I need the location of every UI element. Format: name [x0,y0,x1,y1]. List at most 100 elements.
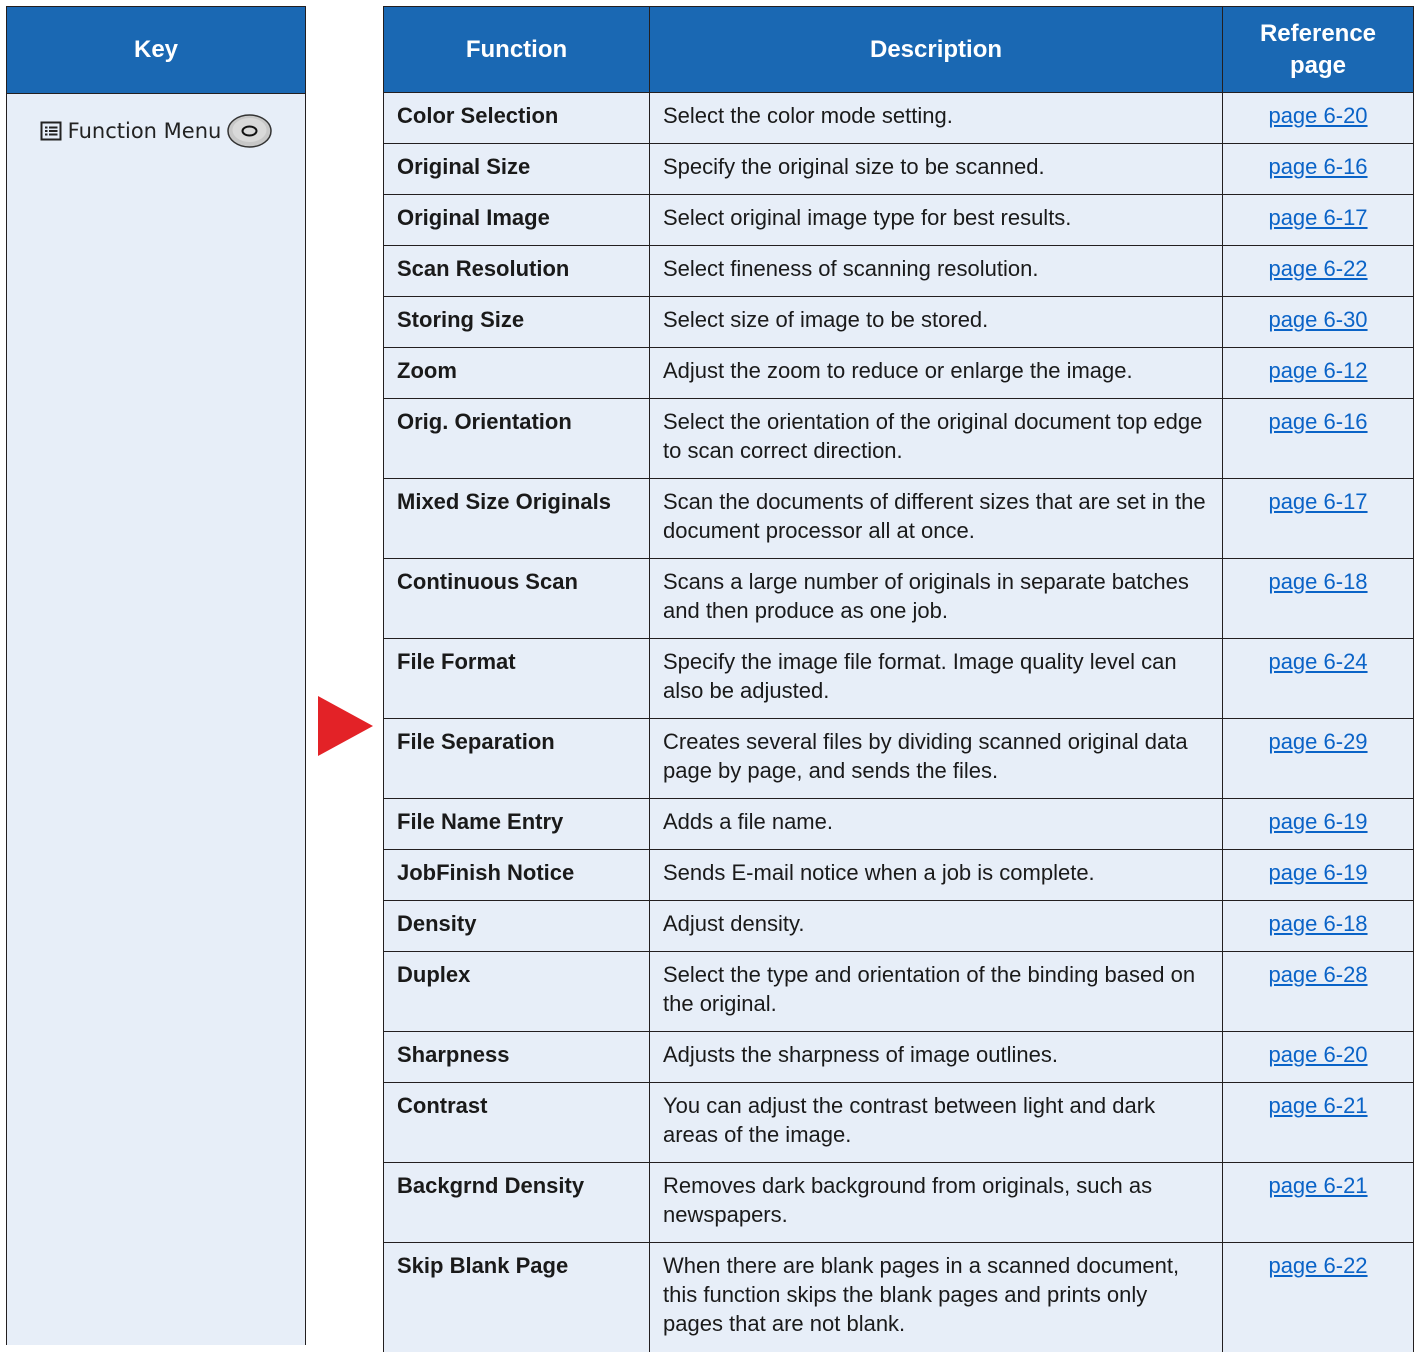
description-cell: You can adjust the contrast between ligh… [649,1082,1223,1163]
reference-cell: page 6-19 [1222,798,1414,850]
reference-page-link[interactable]: page 6-30 [1268,307,1367,332]
description-cell: Sends E-mail notice when a job is comple… [649,849,1223,901]
reference-page-link[interactable]: page 6-17 [1268,205,1367,230]
reference-cell: page 6-17 [1222,478,1414,559]
description-column-header: Description [649,6,1223,93]
function-name-cell: Continuous Scan [383,558,650,639]
description-cell: When there are blank pages in a scanned … [649,1242,1223,1352]
table-row: File Separation Creates several files by … [383,718,1414,799]
reference-cell: page 6-28 [1222,951,1414,1032]
table-row: Continuous Scan Scans a large number of o… [383,558,1414,639]
description-cell: Specify the image file format. Image qua… [649,638,1223,719]
description-cell: Select original image type for best resu… [649,194,1223,246]
description-cell: Select fineness of scanning resolution. [649,245,1223,297]
reference-page-link[interactable]: page 6-18 [1268,569,1367,594]
function-name-cell: File Format [383,638,650,719]
description-cell: Scans a large number of originals in sep… [649,558,1223,639]
function-name-cell: File Separation [383,718,650,799]
right-arrow-icon [318,696,373,756]
description-cell: Select the orientation of the original d… [649,398,1223,479]
reference-cell: page 6-18 [1222,900,1414,952]
table-row: Mixed Size Originals Scan the documents o… [383,478,1414,559]
reference-cell: page 6-17 [1222,194,1414,246]
table-row: Skip Blank Page When there are blank page… [383,1242,1414,1352]
function-name-cell: Density [383,900,650,952]
reference-cell: page 6-19 [1222,849,1414,901]
reference-page-link[interactable]: page 6-19 [1268,860,1367,885]
function-menu-key: Function Menu [7,114,305,148]
function-name-cell: Storing Size [383,296,650,348]
description-cell: Adds a file name. [649,798,1223,850]
function-name-cell: Backgrnd Density [383,1162,650,1243]
reference-cell: page 6-22 [1222,1242,1414,1352]
description-cell: Creates several files by dividing scanne… [649,718,1223,799]
table-row: Original Size Specify the original size t… [383,143,1414,195]
reference-page-link[interactable]: page 6-28 [1268,962,1367,987]
description-cell: Select the type and orientation of the b… [649,951,1223,1032]
oval-key-icon [227,114,273,148]
reference-page-link[interactable]: page 6-29 [1268,729,1367,754]
function-name-cell: Sharpness [383,1031,650,1083]
function-name-cell: Original Size [383,143,650,195]
table-row: Color Selection Select the color mode set… [383,92,1414,144]
reference-page-link[interactable]: page 6-12 [1268,358,1367,383]
function-name-cell: Mixed Size Originals [383,478,650,559]
reference-cell: page 6-30 [1222,296,1414,348]
table-row: Orig. Orientation Select the orientation … [383,398,1414,479]
reference-page-link[interactable]: page 6-22 [1268,1253,1367,1278]
function-name-cell: Zoom [383,347,650,399]
function-name-cell: JobFinish Notice [383,849,650,901]
function-name-cell: Color Selection [383,92,650,144]
description-cell: Scan the documents of different sizes th… [649,478,1223,559]
reference-cell: page 6-12 [1222,347,1414,399]
reference-column-header: Reference page [1222,6,1414,93]
reference-page-link[interactable]: page 6-21 [1268,1173,1367,1198]
description-cell: Select size of image to be stored. [649,296,1223,348]
reference-page-link[interactable]: page 6-24 [1268,649,1367,674]
function-menu-label: Function Menu [67,119,222,143]
table-row: Original Image Select original image type… [383,194,1414,246]
reference-cell: page 6-21 [1222,1162,1414,1243]
reference-page-link[interactable]: page 6-16 [1268,409,1367,434]
reference-cell: page 6-22 [1222,245,1414,297]
function-name-cell: Orig. Orientation [383,398,650,479]
description-cell: Adjust density. [649,900,1223,952]
reference-cell: page 6-21 [1222,1082,1414,1163]
description-cell: Adjust the zoom to reduce or enlarge the… [649,347,1223,399]
table-row: Storing Size Select size of image to be s… [383,296,1414,348]
reference-page-link[interactable]: page 6-16 [1268,154,1367,179]
table-row: Scan Resolution Select fineness of scanni… [383,245,1414,297]
table-row: File Format Specify the image file format… [383,638,1414,719]
key-header: Key [7,7,305,94]
table-row: JobFinish Notice Sends E-mail notice when… [383,849,1414,901]
table-row: Contrast You can adjust the contrast betw… [383,1082,1414,1163]
function-column-header: Function [383,6,650,93]
function-name-cell: Original Image [383,194,650,246]
reference-cell: page 6-16 [1222,143,1414,195]
reference-cell: page 6-24 [1222,638,1414,719]
reference-page-link[interactable]: page 6-22 [1268,256,1367,281]
function-name-cell: File Name Entry [383,798,650,850]
description-cell: Removes dark background from originals, … [649,1162,1223,1243]
table-row: Sharpness Adjusts the sharpness of image … [383,1031,1414,1083]
reference-cell: page 6-16 [1222,398,1414,479]
function-name-cell: Duplex [383,951,650,1032]
reference-cell: page 6-20 [1222,1031,1414,1083]
table-row: Density Adjust density. page 6-18 [383,900,1414,952]
key-panel: Key Function Menu [6,6,306,1345]
table-row: Duplex Select the type and orientation of… [383,951,1414,1032]
table-row: Backgrnd Density Removes dark background … [383,1162,1414,1243]
function-name-cell: Skip Blank Page [383,1242,650,1352]
function-menu-icon [40,121,62,141]
reference-page-link[interactable]: page 6-17 [1268,489,1367,514]
reference-page-link[interactable]: page 6-20 [1268,103,1367,128]
reference-page-link[interactable]: page 6-19 [1268,809,1367,834]
function-name-cell: Contrast [383,1082,650,1163]
reference-page-link[interactable]: page 6-20 [1268,1042,1367,1067]
table-header-row: Function Description Reference page [383,6,1414,93]
reference-cell: page 6-29 [1222,718,1414,799]
function-name-cell: Scan Resolution [383,245,650,297]
reference-page-link[interactable]: page 6-21 [1268,1093,1367,1118]
function-table: Function Description Reference page Colo… [383,6,1414,1352]
reference-page-link[interactable]: page 6-18 [1268,911,1367,936]
